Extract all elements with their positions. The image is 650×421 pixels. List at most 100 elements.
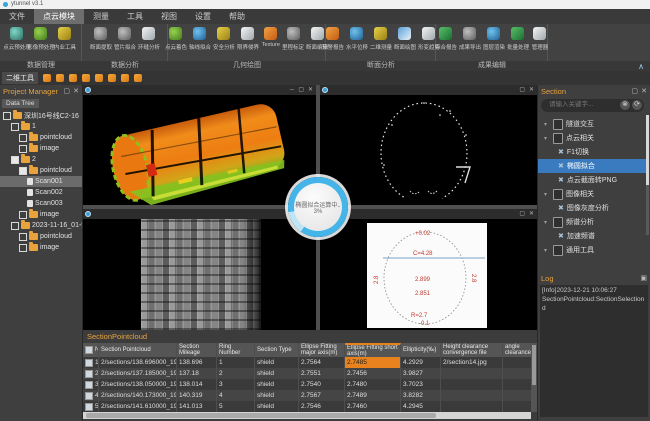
col-height-file[interactable]: Height clearance convergence file (441, 343, 503, 357)
minimize-icon[interactable]: ─ (290, 86, 294, 94)
table-row[interactable]: 3 2/sections/138.050000_196312047.txt138… (83, 379, 531, 390)
tab-settings[interactable]: 设置 (186, 9, 220, 24)
tree-item-scan001[interactable]: Scan001 (0, 176, 82, 187)
section-action[interactable]: ✖F1切换 (538, 145, 648, 159)
col-ring[interactable]: Ring Number (217, 343, 255, 357)
ribbon-collapse-icon[interactable]: ∧ (638, 62, 644, 71)
tree-item[interactable]: Scan003 (0, 198, 82, 209)
col-ellipticity[interactable]: Ellipticity(‰) (401, 343, 441, 357)
measure-2d-button[interactable]: 二维测量 (370, 27, 392, 61)
batch-button[interactable]: 批量处理 (507, 27, 529, 61)
tab-help[interactable]: 帮助 (220, 9, 254, 24)
close-icon[interactable]: ✕ (308, 86, 313, 94)
axis-fit-button[interactable]: 轴线拟合 (189, 27, 211, 61)
checkbox[interactable] (19, 134, 27, 142)
checkbox[interactable] (3, 112, 11, 120)
col-mileage[interactable]: Section Mileage (177, 343, 217, 357)
tree-item-root[interactable]: 深圳16号线C2-16 (0, 110, 82, 121)
measure-tool-icon[interactable] (82, 74, 90, 82)
settings-tool-icon[interactable] (134, 74, 142, 82)
search-input[interactable] (547, 100, 621, 109)
select-all-checkbox[interactable] (85, 346, 93, 354)
restore-icon[interactable]: ▢ (519, 86, 525, 94)
col-major[interactable]: Ellipse Fitting major axis(m) (299, 343, 345, 357)
viewport-3d-pointcloud[interactable]: ─ ▢ ✕ (83, 85, 316, 205)
row-checkbox[interactable] (85, 392, 93, 400)
clearance-button[interactable]: 限界侵界 (237, 27, 259, 61)
col-angle[interactable]: angle clearance (503, 343, 531, 357)
col-short[interactable]: Ellipse Fitting short axis(m) (345, 343, 401, 357)
refresh-icon[interactable]: ⟳ (632, 100, 642, 110)
tree-item[interactable]: image (0, 209, 82, 220)
tree-item[interactable]: pointcloud (0, 231, 82, 242)
tree-item[interactable]: Scan002 (0, 187, 82, 198)
row-checkbox[interactable] (85, 370, 93, 378)
ring-seam-button[interactable]: 环缝分析 (138, 27, 160, 61)
col-type[interactable]: Section Type (255, 343, 299, 357)
report-button[interactable]: 综合报告 (435, 27, 457, 61)
displacement-button[interactable]: 水平位移 (346, 27, 368, 61)
table-horizontal-scrollbar[interactable] (83, 412, 531, 419)
row-checkbox[interactable] (85, 381, 93, 389)
close-icon[interactable]: ✕ (529, 210, 534, 218)
office-tools-button[interactable]: 内业工具 (54, 27, 76, 61)
scrollbar[interactable] (646, 115, 649, 235)
table-row[interactable]: 4 2/sections/140.173000_196312064.txt140… (83, 390, 531, 401)
row-checkbox[interactable] (85, 403, 93, 411)
tree-item[interactable]: pointcloud (0, 132, 82, 143)
tab-tools[interactable]: 工具 (118, 9, 152, 24)
alert-report-button[interactable]: 预警报告 (322, 27, 344, 61)
panel-menu-icon[interactable]: ▣ (640, 272, 647, 285)
note-tool-icon[interactable] (95, 74, 103, 82)
row-checkbox[interactable] (85, 359, 93, 367)
section-action[interactable]: ✖点云截面转PNG (538, 173, 648, 187)
layer-tool-icon[interactable] (108, 74, 116, 82)
section-group[interactable]: ▾频谱分析 (538, 215, 648, 229)
dock-icon[interactable]: ▢ (63, 85, 70, 98)
checkbox[interactable] (11, 123, 19, 131)
dock-icon[interactable]: ▢ (631, 85, 638, 98)
tab-file[interactable]: 文件 (0, 9, 34, 24)
tab-measure[interactable]: 测量 (84, 9, 118, 24)
pan-tool-icon[interactable] (56, 74, 64, 82)
restore-icon[interactable]: ▢ (298, 86, 304, 94)
data-tree-tab[interactable]: Data Tree (2, 99, 39, 108)
col-pointcloud[interactable]: Section Pointcloud (99, 343, 177, 357)
camera-icon[interactable] (85, 87, 91, 93)
section-extract-button[interactable]: 断面提取 (90, 27, 112, 61)
table-row[interactable]: 2 2/sections/137.185000_196312047.txt137… (83, 368, 531, 379)
tab-view[interactable]: 视图 (152, 9, 186, 24)
tab-pointcloud-module[interactable]: 点云模块 (34, 9, 84, 24)
restore-icon[interactable]: ▢ (519, 210, 525, 218)
checkbox-checked[interactable] (19, 167, 27, 175)
tree-item[interactable]: image (0, 143, 82, 154)
section-action[interactable]: ✖加速频谱 (538, 229, 648, 243)
tree-item[interactable]: pointcloud (0, 165, 82, 176)
mileage-button[interactable]: 里程标定 (282, 27, 304, 61)
search-box[interactable]: ⊗ ⟳ (541, 99, 644, 112)
checkbox[interactable] (19, 211, 27, 219)
pin-tool-icon[interactable] (69, 74, 77, 82)
tree-item[interactable]: 1 (0, 121, 82, 132)
viewport-section-scan[interactable]: ▢ ✕ (320, 85, 537, 205)
section-group[interactable]: ▾隧道交互 (538, 117, 648, 131)
section-action[interactable]: ✖图像灰度分析 (538, 201, 648, 215)
section-draw-button[interactable]: 断面绘图 (394, 27, 416, 61)
close-icon[interactable]: ✕ (529, 86, 534, 94)
grid-tool-icon[interactable] (121, 74, 129, 82)
pointcloud-process-button[interactable]: 点云预处理 (6, 27, 28, 61)
camera-icon[interactable] (322, 87, 328, 93)
checkbox-checked[interactable] (11, 156, 19, 164)
section-group[interactable]: ▾通用工具 (538, 243, 648, 257)
select-tool-icon[interactable] (43, 74, 51, 82)
table-row[interactable]: 5 2/sections/141.610000_196312064.txt141… (83, 401, 531, 412)
viewport-intensity-image[interactable]: ▢ ✕ (83, 209, 316, 330)
close-icon[interactable]: ✕ (641, 85, 647, 98)
manager-button[interactable]: 管理器 (531, 27, 549, 61)
table-vertical-scrollbar[interactable] (531, 343, 537, 412)
tree-item[interactable]: 2 (0, 154, 82, 165)
tree-item[interactable]: image (0, 242, 82, 253)
image-process-button[interactable]: 影像预处理 (30, 27, 52, 61)
close-icon[interactable]: ✕ (73, 85, 79, 98)
section-group[interactable]: ▾点云相关 (538, 131, 648, 145)
